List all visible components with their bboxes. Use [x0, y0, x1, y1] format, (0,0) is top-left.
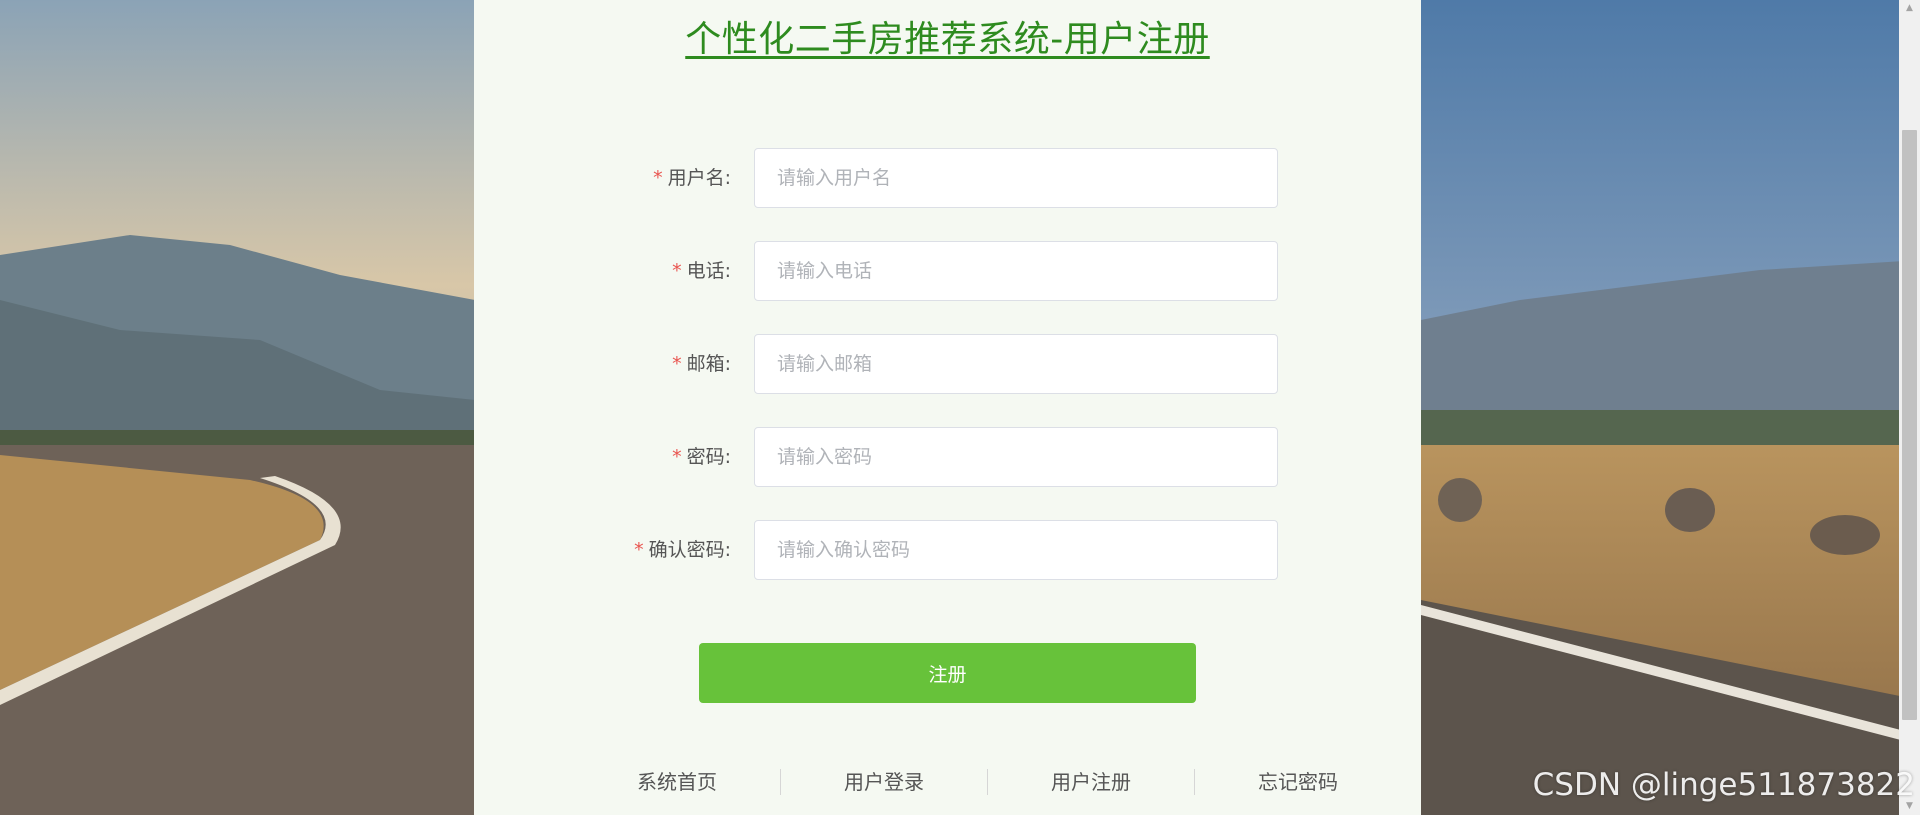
phone-input[interactable] — [754, 241, 1278, 301]
scroll-up-icon[interactable]: ▲ — [1899, 0, 1920, 17]
form-row-email: * 邮箱: — [474, 334, 1421, 394]
register-button[interactable]: 注册 — [699, 643, 1196, 703]
csdn-watermark: CSDN @linge511873822 — [1532, 767, 1915, 803]
form-row-confirm-password: * 确认密码: — [474, 520, 1421, 580]
required-mark: * — [672, 353, 682, 375]
password-label: * 密码: — [672, 427, 731, 487]
phone-label-text: 电话: — [686, 260, 731, 282]
required-mark: * — [672, 446, 682, 468]
footer-links: 系统首页 用户登录 用户注册 忘记密码 — [574, 762, 1401, 802]
page-title: 个性化二手房推荐系统-用户注册 — [685, 19, 1210, 60]
register-panel: 个性化二手房推荐系统-用户注册 *用户名: *电话: *邮箱: *密码: *确认… — [474, 0, 1421, 815]
email-input[interactable] — [754, 334, 1278, 394]
form-row-username: * 用户名: — [474, 148, 1421, 208]
confirm-password-label: * 确认密码: — [634, 520, 731, 580]
phone-label: * 电话: — [672, 241, 731, 301]
password-label-text: 密码: — [686, 446, 731, 468]
footer-link-register[interactable]: 用户注册 — [988, 762, 1194, 802]
password-input[interactable] — [754, 427, 1278, 487]
email-label: * 邮箱: — [672, 334, 731, 394]
username-label-text: 用户名: — [667, 167, 731, 189]
required-mark: * — [672, 260, 682, 282]
confirm-password-input[interactable] — [754, 520, 1278, 580]
form-row-phone: * 电话: — [474, 241, 1421, 301]
email-label-text: 邮箱: — [686, 353, 731, 375]
username-input[interactable] — [754, 148, 1278, 208]
footer-link-login[interactable]: 用户登录 — [781, 762, 987, 802]
username-label: * 用户名: — [653, 148, 731, 208]
footer-link-home[interactable]: 系统首页 — [574, 762, 780, 802]
required-mark: * — [653, 167, 663, 189]
required-mark: * — [634, 539, 644, 561]
confirm-password-label-text: 确认密码: — [648, 539, 731, 561]
form-row-password: * 密码: — [474, 427, 1421, 487]
vertical-scrollbar[interactable]: ▲ ▼ — [1899, 0, 1920, 815]
scrollbar-thumb[interactable] — [1902, 130, 1917, 720]
footer-link-forgot-password[interactable]: 忘记密码 — [1195, 762, 1401, 802]
